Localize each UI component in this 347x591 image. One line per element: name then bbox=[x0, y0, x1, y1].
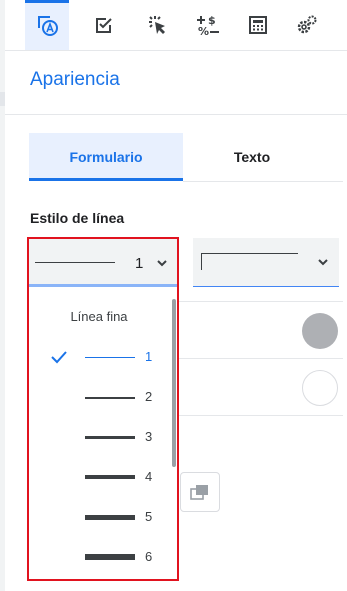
check-icon bbox=[51, 351, 67, 364]
option-line-preview bbox=[85, 475, 135, 479]
border-color-swatch[interactable] bbox=[302, 370, 338, 406]
option-label: 5 bbox=[145, 509, 153, 524]
line-weight-dropdown: 1 Línea fina 1 2 3 4 5 6 bbox=[27, 237, 179, 581]
appearance-icon[interactable] bbox=[30, 8, 64, 42]
option-line-preview bbox=[85, 436, 135, 439]
calculator-icon[interactable] bbox=[241, 8, 275, 42]
dropdown-option-4[interactable]: 4 bbox=[29, 457, 169, 497]
option-line-preview bbox=[85, 397, 135, 399]
row-divider bbox=[175, 301, 343, 302]
svg-text:$: $ bbox=[208, 14, 216, 27]
settings-gears-icon[interactable] bbox=[290, 8, 324, 42]
row-divider bbox=[175, 415, 343, 416]
option-line-preview bbox=[85, 515, 135, 520]
dropdown-option-1[interactable]: 1 bbox=[29, 337, 169, 377]
chevron-down-icon bbox=[318, 259, 328, 266]
tab-formulario[interactable]: Formulario bbox=[29, 133, 183, 181]
line-style-label: Estilo de línea bbox=[30, 210, 125, 226]
tab-active-indicator bbox=[29, 178, 183, 181]
svg-text:%: % bbox=[198, 25, 209, 37]
panel-title: Apariencia bbox=[30, 69, 120, 90]
line-weight-preview bbox=[35, 262, 115, 263]
dropdown-heading: Línea fina bbox=[70, 309, 128, 324]
checkbox-icon[interactable] bbox=[87, 8, 121, 42]
appearance-panel: $ % Apariencia Formulario Texto Estilo d… bbox=[5, 0, 347, 591]
click-icon[interactable] bbox=[140, 8, 174, 42]
line-weight-value: 1 bbox=[135, 255, 144, 272]
dropdown-select-header[interactable]: 1 bbox=[29, 239, 177, 287]
dropdown-option-5[interactable]: 5 bbox=[29, 497, 169, 537]
dropdown-option-2[interactable]: 2 bbox=[29, 377, 169, 417]
top-toolbar: $ % bbox=[5, 0, 347, 51]
tab-texto[interactable]: Texto bbox=[183, 133, 321, 181]
line-style-select[interactable] bbox=[193, 238, 339, 287]
option-line-preview bbox=[85, 554, 135, 560]
option-label: 1 bbox=[145, 349, 153, 364]
chevron-down-icon bbox=[157, 260, 167, 267]
border-style-preview bbox=[201, 253, 298, 270]
dropdown-scrollbar[interactable] bbox=[172, 299, 176, 467]
option-label: 2 bbox=[145, 389, 153, 404]
dropdown-option-3[interactable]: 3 bbox=[29, 417, 169, 457]
select-focus-underline bbox=[29, 284, 177, 287]
layer-order-button[interactable] bbox=[180, 472, 220, 512]
fill-color-swatch[interactable] bbox=[302, 313, 338, 349]
option-label: 6 bbox=[145, 549, 153, 564]
title-divider bbox=[5, 114, 347, 115]
toolbar-active-indicator bbox=[25, 0, 69, 3]
option-label: 3 bbox=[145, 429, 153, 444]
option-line-preview bbox=[85, 357, 135, 358]
dropdown-option-6[interactable]: 6 bbox=[29, 537, 169, 577]
option-label: 4 bbox=[145, 469, 153, 484]
tabs-divider bbox=[183, 181, 343, 182]
number-format-icon[interactable]: $ % bbox=[191, 8, 225, 42]
layers-icon bbox=[190, 485, 208, 500]
row-divider bbox=[175, 358, 343, 359]
